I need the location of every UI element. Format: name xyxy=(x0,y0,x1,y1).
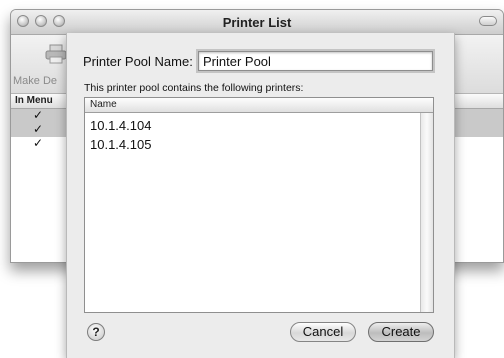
window-title: Printer List xyxy=(222,15,292,30)
list-item[interactable]: 10.1.4.104 xyxy=(90,118,151,133)
printer-pool-sheet: Printer Pool Name: This printer pool con… xyxy=(66,33,455,358)
pool-description: This printer pool contains the following… xyxy=(84,82,304,94)
pool-table-header: Name xyxy=(85,98,433,113)
in-menu-column-header[interactable]: In Menu xyxy=(15,95,53,106)
title-bar[interactable]: Printer List xyxy=(11,10,503,35)
name-column-header[interactable]: Name xyxy=(90,99,117,110)
vertical-scrollbar[interactable] xyxy=(420,113,433,312)
pool-name-label: Printer Pool Name: xyxy=(83,54,193,69)
in-menu-checkbox[interactable]: ✓ xyxy=(33,108,43,122)
in-menu-checkbox[interactable]: ✓ xyxy=(33,136,43,150)
list-item[interactable]: 10.1.4.105 xyxy=(90,137,151,152)
printer-icon xyxy=(45,44,67,64)
cancel-button[interactable]: Cancel xyxy=(290,322,356,342)
toolbar-toggle-button[interactable] xyxy=(479,16,497,26)
make-default-label: Make De xyxy=(13,75,58,87)
pool-name-input[interactable] xyxy=(198,51,433,71)
help-button[interactable]: ? xyxy=(87,323,105,341)
in-menu-checkbox[interactable]: ✓ xyxy=(33,122,43,136)
create-button[interactable]: Create xyxy=(368,322,434,342)
pool-printers-table[interactable]: Name 10.1.4.104 10.1.4.105 xyxy=(84,97,434,313)
